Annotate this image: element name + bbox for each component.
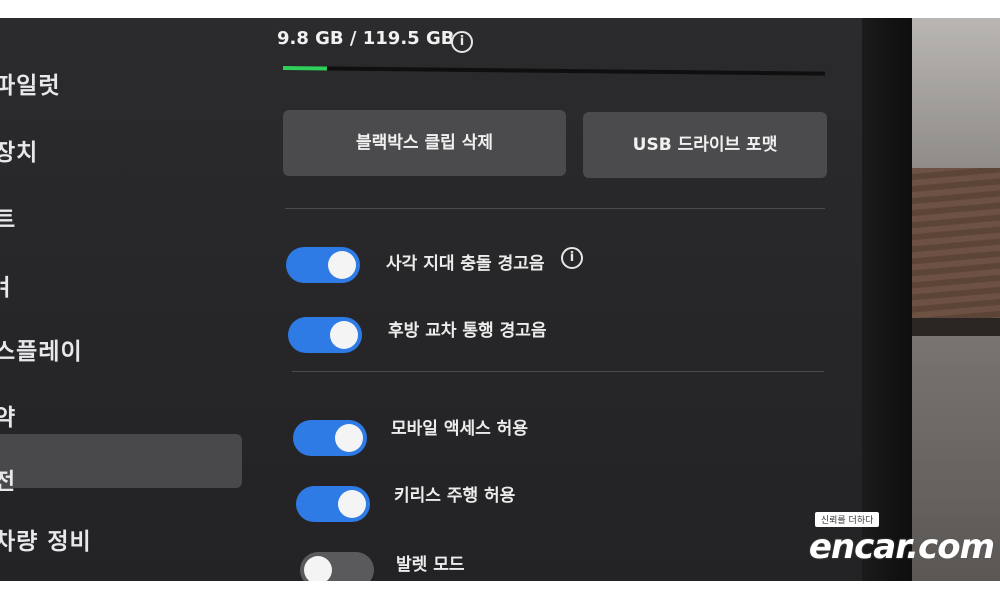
dash-trim xyxy=(912,318,1000,336)
blind-spot-chime-label: 사각 지대 충돌 경고음 xyxy=(386,254,545,274)
blind-spot-chime-toggle[interactable] xyxy=(286,247,360,283)
nav-item-autopilot[interactable]: 파일럿 xyxy=(0,66,60,100)
info-icon[interactable]: i xyxy=(451,31,473,53)
photo-frame: 파일럿 장치 트 ㅕ 스플레이 약 전 차량 정비 9.8 GB / 119.5… xyxy=(0,18,1000,581)
info-icon[interactable]: i xyxy=(561,247,583,269)
nav-item-schedule[interactable]: 약 xyxy=(0,398,16,432)
valet-mode-toggle[interactable] xyxy=(300,552,374,581)
nav-item-safety[interactable]: 전 xyxy=(0,462,16,496)
keyless-driving-toggle[interactable] xyxy=(296,486,370,522)
toggle-knob xyxy=(330,321,358,349)
mobile-access-label: 모바일 액세스 허용 xyxy=(391,419,528,439)
rear-cross-traffic-chime-toggle[interactable] xyxy=(288,317,362,353)
valet-mode-label: 발렛 모드 xyxy=(396,555,465,575)
storage-usage-text: 9.8 GB / 119.5 GB xyxy=(277,28,455,49)
mobile-access-toggle[interactable] xyxy=(293,420,367,456)
toggle-knob xyxy=(335,424,363,452)
nav-item-lights[interactable]: 트 xyxy=(0,200,16,234)
storage-progress-fill xyxy=(282,66,328,71)
nav-item-display-partial[interactable]: ㅕ xyxy=(0,268,16,302)
watermark-tagline: 신뢰를 더하다 xyxy=(814,512,880,527)
watermark: 신뢰를 더하다 encar.com xyxy=(808,508,995,567)
rear-cross-traffic-chime-label: 후방 교차 통행 경고음 xyxy=(388,321,547,341)
nav-item-service[interactable]: 차량 정비 xyxy=(0,522,92,556)
storage-progress-bar xyxy=(282,66,825,76)
keyless-driving-label: 키리스 주행 허용 xyxy=(394,486,516,506)
watermark-brand: encar.com xyxy=(808,527,995,567)
section-divider xyxy=(285,208,825,209)
section-divider xyxy=(292,371,824,372)
toggle-knob xyxy=(338,490,366,518)
toggle-knob xyxy=(304,556,332,581)
nav-selected-highlight xyxy=(0,434,242,488)
toggle-knob xyxy=(328,251,356,279)
window-glass xyxy=(912,18,1000,168)
screen-bezel xyxy=(862,18,914,581)
nav-item-display[interactable]: 스플레이 xyxy=(0,332,83,366)
wood-trim xyxy=(912,168,1000,328)
nav-item-locks[interactable]: 장치 xyxy=(0,133,38,167)
delete-dashcam-clips-button[interactable]: 블랙박스 클립 삭제 xyxy=(283,110,566,176)
settings-screen: 파일럿 장치 트 ㅕ 스플레이 약 전 차량 정비 9.8 GB / 119.5… xyxy=(0,18,870,581)
car-interior xyxy=(912,18,1000,581)
format-usb-button[interactable]: USB 드라이브 포맷 xyxy=(583,112,827,178)
